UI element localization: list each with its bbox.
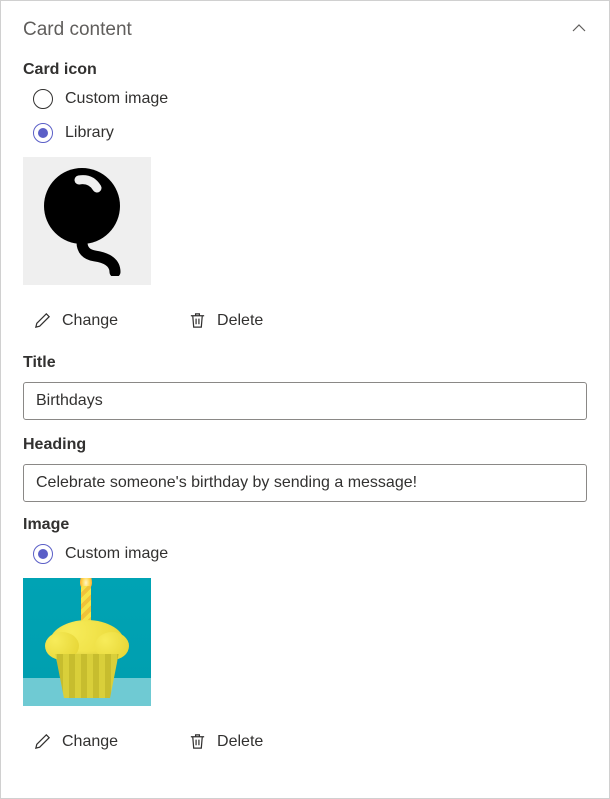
title-field-block: Title	[23, 354, 587, 420]
card-icon-preview[interactable]	[23, 157, 151, 285]
panel-header: Card content	[23, 19, 587, 41]
card-content-panel: Card content Card icon Custom image Libr…	[0, 0, 610, 799]
balloon-icon	[37, 166, 137, 276]
image-delete-button[interactable]: Delete	[188, 732, 263, 751]
radio-icon	[33, 123, 53, 143]
heading-label: Heading	[23, 436, 587, 454]
image-option-custom[interactable]: Custom image	[33, 544, 587, 564]
button-label: Delete	[217, 733, 263, 751]
button-label: Delete	[217, 312, 263, 330]
image-change-button[interactable]: Change	[33, 732, 118, 751]
button-label: Change	[62, 733, 118, 751]
pencil-icon	[33, 732, 52, 751]
radio-label: Custom image	[65, 545, 168, 563]
trash-icon	[188, 311, 207, 330]
card-icon-delete-button[interactable]: Delete	[188, 311, 263, 330]
card-icon-actions: Change Delete	[33, 311, 587, 330]
title-input[interactable]	[23, 382, 587, 420]
radio-label: Custom image	[65, 90, 168, 108]
radio-icon	[33, 544, 53, 564]
cupcake-image	[23, 578, 151, 706]
card-icon-radio-group: Custom image Library	[33, 89, 587, 143]
heading-field-block: Heading	[23, 436, 587, 502]
radio-icon	[33, 89, 53, 109]
image-radio-group: Custom image	[33, 544, 587, 564]
card-icon-label: Card icon	[23, 61, 587, 79]
title-label: Title	[23, 354, 587, 372]
pencil-icon	[33, 311, 52, 330]
radio-label: Library	[65, 124, 114, 142]
card-icon-change-button[interactable]: Change	[33, 311, 118, 330]
image-actions: Change Delete	[33, 732, 587, 751]
heading-input[interactable]	[23, 464, 587, 502]
image-preview[interactable]	[23, 578, 151, 706]
panel-title: Card content	[23, 19, 132, 41]
collapse-chevron-icon[interactable]	[571, 20, 587, 41]
card-icon-option-custom[interactable]: Custom image	[33, 89, 587, 109]
button-label: Change	[62, 312, 118, 330]
image-section-label: Image	[23, 516, 587, 534]
trash-icon	[188, 732, 207, 751]
card-icon-option-library[interactable]: Library	[33, 123, 587, 143]
